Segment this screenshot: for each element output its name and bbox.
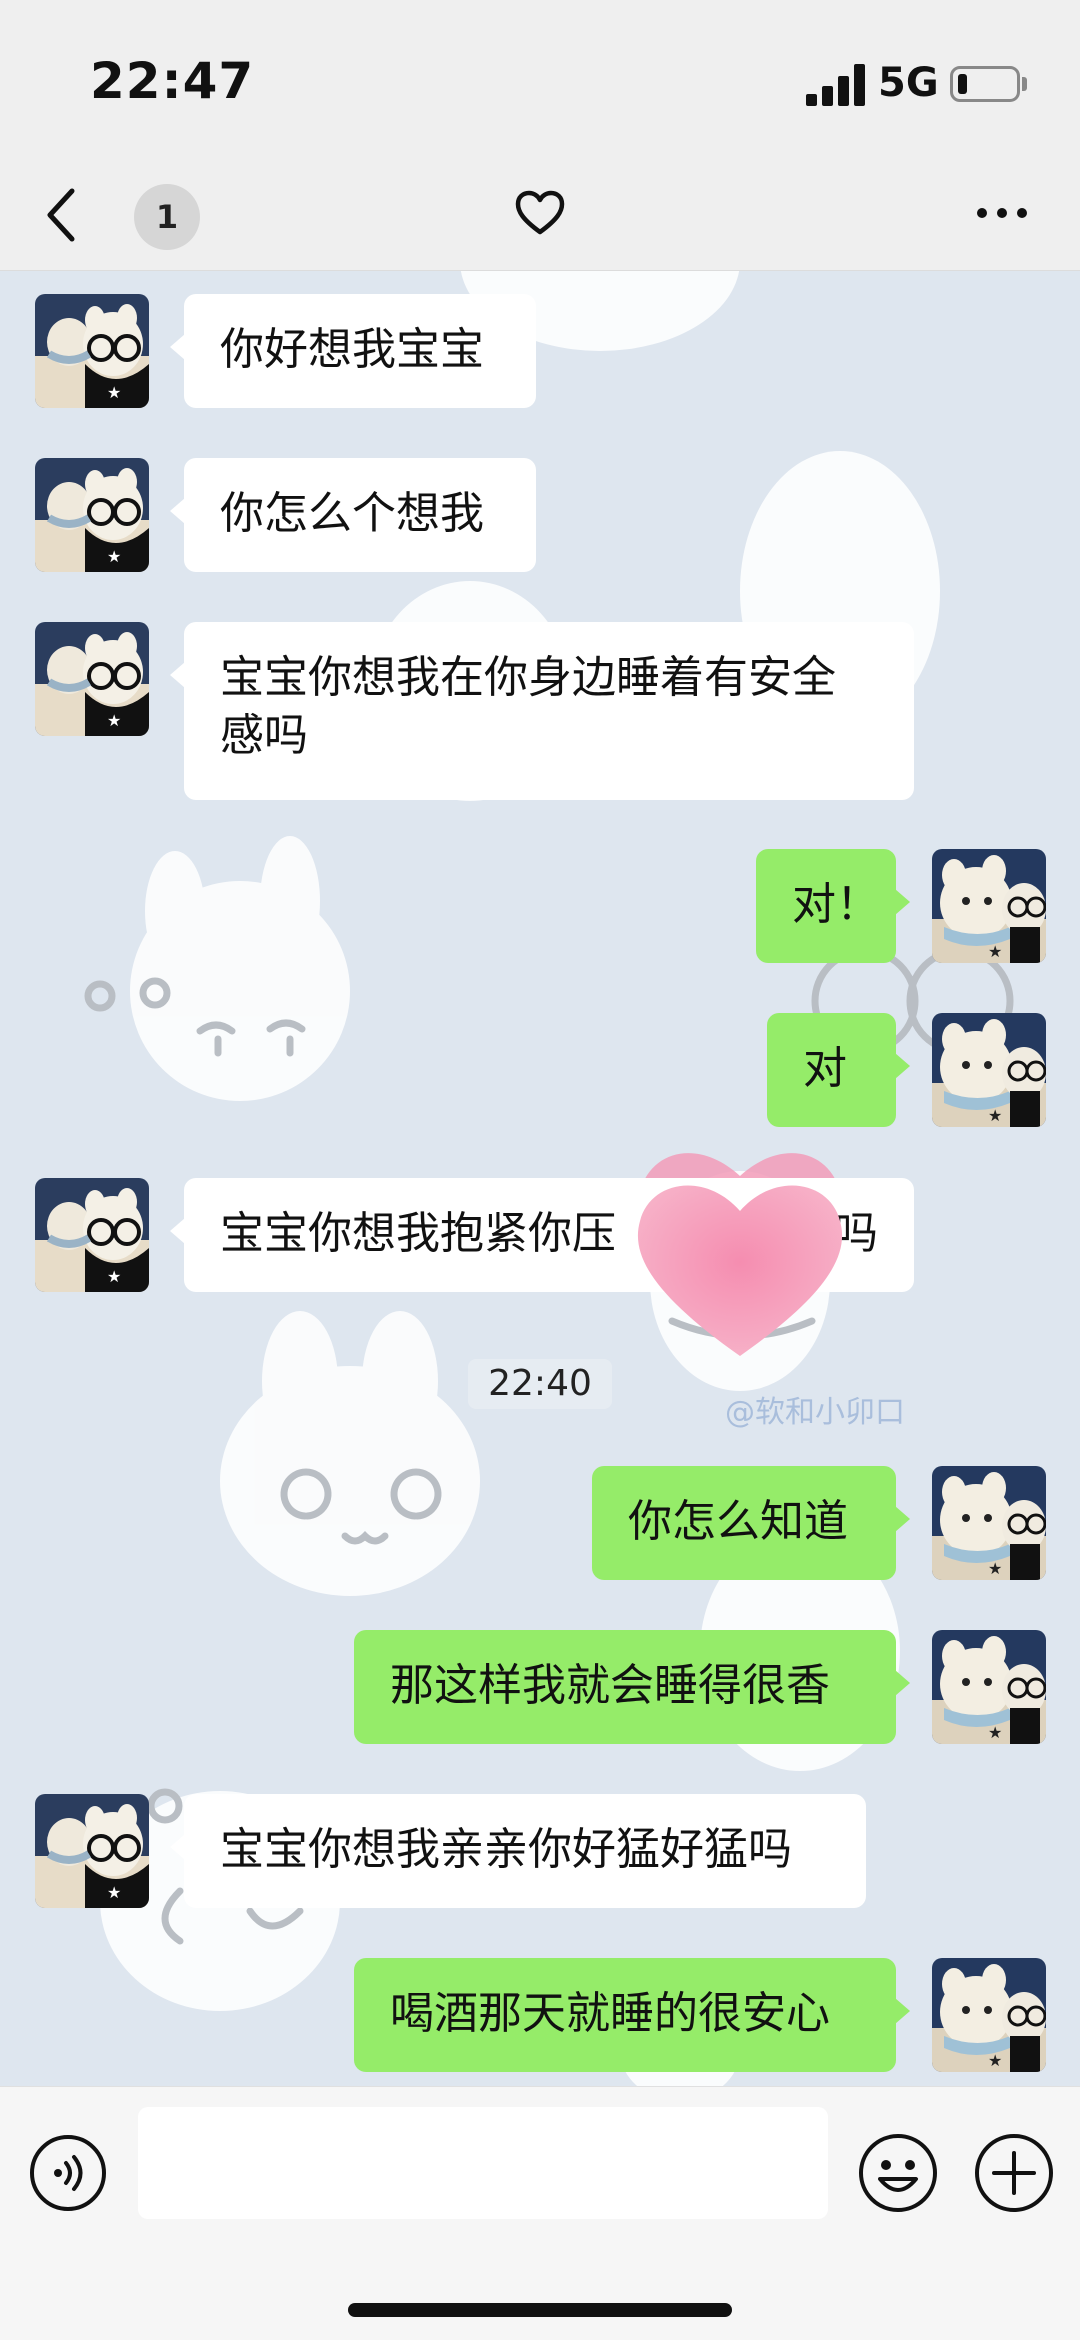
outgoing-message[interactable]: 对！ (756, 849, 910, 963)
outgoing-message[interactable]: 对 (767, 1013, 910, 1127)
contact-avatar[interactable]: ★ (35, 622, 149, 736)
back-chevron-icon (47, 188, 75, 242)
signal-icon (806, 64, 866, 106)
outgoing-message[interactable]: 喝酒那天就睡的很安心 (354, 1958, 910, 2072)
emoji-button[interactable] (856, 2131, 940, 2215)
my-avatar[interactable]: ★ (932, 1630, 1046, 1744)
chat-header: 1 (0, 165, 1080, 271)
svg-text:★: ★ (107, 547, 121, 566)
svg-text:★: ★ (107, 1883, 121, 1902)
svg-text:★: ★ (988, 1106, 1002, 1125)
message-text: 宝宝你想我抱紧你压 (220, 1208, 616, 1259)
more-functions-button[interactable] (972, 2131, 1056, 2215)
battery-tip (1022, 77, 1027, 91)
contact-avatar[interactable]: ★ (35, 294, 149, 408)
favorite-button[interactable] (512, 185, 568, 241)
outgoing-message[interactable]: 那这样我就会睡得很香 (354, 1630, 910, 1744)
incoming-message[interactable]: 宝宝你想我亲亲你好猛好猛吗 (170, 1794, 866, 1908)
more-button[interactable] (972, 185, 1032, 241)
svg-text:★: ★ (107, 711, 121, 730)
svg-text:★: ★ (988, 2051, 1002, 2070)
message-input[interactable] (138, 2107, 828, 2219)
incoming-message[interactable]: 宝宝你想我在你身边睡着有安全感吗 (170, 622, 914, 800)
svg-text:★: ★ (988, 1723, 1002, 1742)
svg-text:★: ★ (988, 1559, 1002, 1578)
plus-icon (975, 2134, 1053, 2212)
incoming-message[interactable]: 你好想我宝宝 (170, 294, 536, 408)
contact-avatar[interactable]: ★ (35, 1794, 149, 1908)
voice-icon (30, 2135, 106, 2211)
heart-icon (515, 190, 565, 235)
incoming-message[interactable]: 你怎么个想我 (170, 458, 536, 572)
chat-area[interactable]: @软和小卯口 ★ 你好想我宝宝 ★ 你怎么个想我 ★ 宝宝你想我在你身边睡着有安… (0, 271, 1080, 2086)
svg-text:★: ★ (107, 383, 121, 402)
more-dots-icon (977, 208, 1027, 218)
my-avatar[interactable]: ★ (932, 1466, 1046, 1580)
outgoing-message[interactable]: 你怎么知道 (592, 1466, 910, 1580)
heart-sticker (637, 1185, 843, 1356)
my-avatar[interactable]: ★ (932, 1958, 1046, 2072)
contact-avatar[interactable]: ★ (35, 458, 149, 572)
home-indicator[interactable] (348, 2303, 732, 2317)
message-timestamp: 22:40 (468, 1359, 612, 1409)
voice-button[interactable] (28, 2133, 108, 2213)
svg-text:★: ★ (107, 1267, 121, 1286)
watermark: @软和小卯口 (725, 1395, 905, 1430)
input-bar (0, 2086, 1080, 2340)
network-type: 5G (878, 60, 939, 106)
my-avatar[interactable]: ★ (932, 1013, 1046, 1127)
my-avatar[interactable]: ★ (932, 849, 1046, 963)
back-button[interactable]: 1 (40, 175, 200, 255)
status-bar: 22:47 5G (0, 0, 1080, 165)
status-time: 22:47 (90, 52, 255, 110)
emoji-icon (859, 2134, 937, 2212)
unread-count-badge: 1 (134, 184, 200, 250)
contact-avatar[interactable]: ★ (35, 1178, 149, 1292)
svg-text:★: ★ (988, 942, 1002, 961)
battery-icon (950, 66, 1020, 102)
